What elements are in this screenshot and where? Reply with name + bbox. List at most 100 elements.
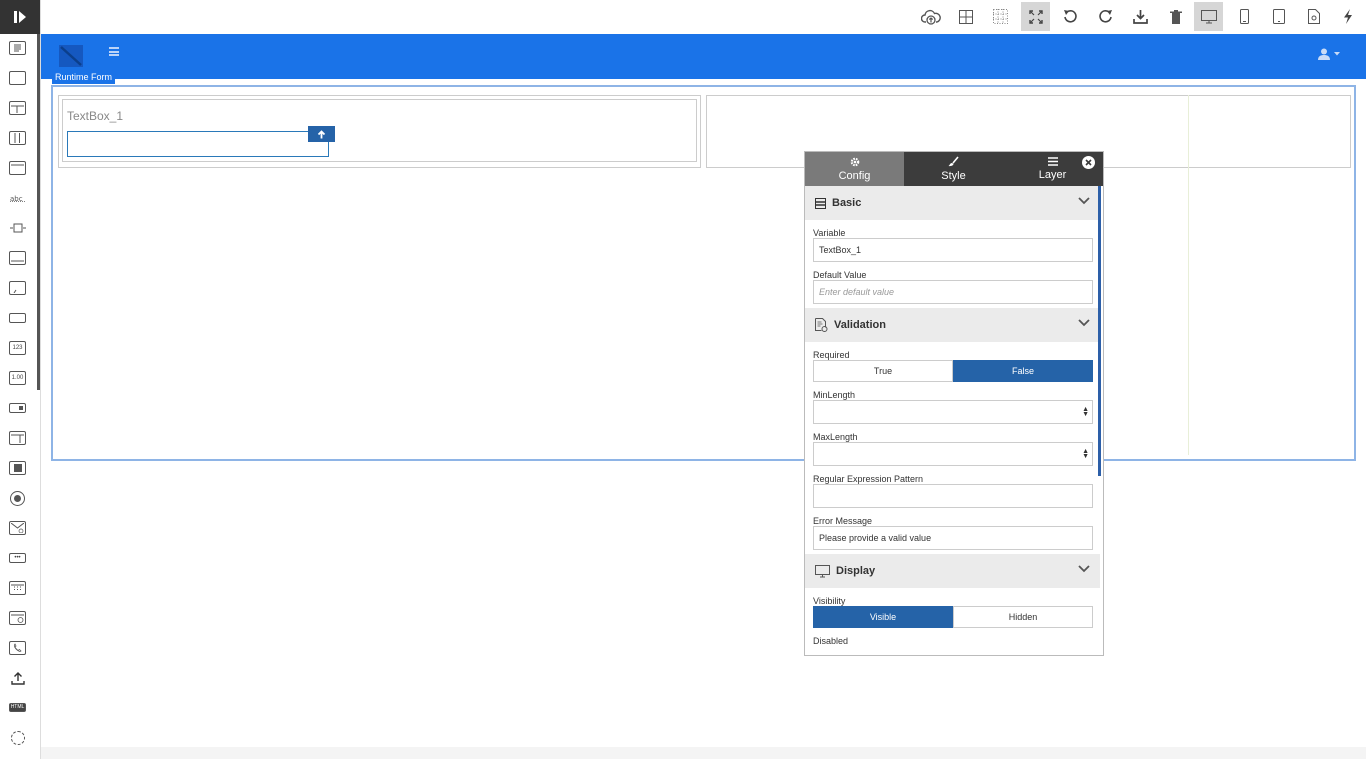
runtime-form-label: Runtime Form	[52, 70, 116, 84]
toolbox-scrollbar[interactable]	[37, 34, 40, 390]
form-column-left[interactable]: TextBox_1	[58, 95, 701, 168]
tab-style[interactable]: Style	[904, 152, 1003, 186]
password-tool[interactable]: •••	[9, 553, 26, 563]
regex-input[interactable]	[813, 484, 1093, 508]
variable-input[interactable]: TextBox_1	[813, 238, 1093, 262]
upload-tool[interactable]	[9, 671, 26, 685]
textbox-label: TextBox_1	[67, 109, 124, 123]
dotted-grid-icon	[993, 9, 1008, 24]
tab-style-label: Style	[941, 170, 966, 182]
date-tool[interactable]	[9, 581, 26, 595]
required-true-button[interactable]: True	[813, 360, 953, 382]
desktop-icon	[1200, 9, 1217, 23]
decimal-tool[interactable]: 1.00	[9, 371, 26, 385]
section-basic-header[interactable]: Basic	[805, 186, 1100, 220]
default-value-input[interactable]: Enter default value	[813, 280, 1093, 304]
section-display-title: Display	[836, 565, 876, 577]
checkbox-tool[interactable]	[9, 461, 26, 475]
number-tool[interactable]: 123	[9, 341, 26, 355]
spinner-tool[interactable]	[11, 731, 25, 745]
dropdown-tool[interactable]	[9, 403, 26, 413]
validation-document-icon	[815, 318, 828, 332]
textbox-tool[interactable]	[9, 313, 26, 323]
menu-toggle-button[interactable]	[109, 47, 119, 56]
maxlength-label: MaxLength	[813, 432, 858, 442]
error-message-input[interactable]: Please provide a valid value	[813, 526, 1093, 550]
two-column-tool[interactable]	[9, 101, 26, 115]
panel-icon	[11, 164, 24, 166]
phone-tool[interactable]	[9, 641, 26, 655]
fullscreen-button[interactable]	[1021, 2, 1050, 31]
tablet-view-button[interactable]	[1264, 2, 1293, 31]
datetime-tool[interactable]	[9, 611, 26, 625]
delete-button[interactable]	[1161, 2, 1190, 31]
close-panel-button[interactable]	[1082, 156, 1095, 169]
hidden-button[interactable]: Hidden	[953, 606, 1093, 628]
collapse-toolbox-button[interactable]	[0, 0, 40, 34]
box-tool[interactable]	[9, 71, 26, 85]
visible-button[interactable]: Visible	[813, 606, 953, 628]
app-header	[41, 34, 1366, 79]
required-label: Required	[813, 350, 850, 360]
phone-icon	[13, 643, 22, 652]
stepper-arrows-icon[interactable]: ▲ ▼	[1082, 448, 1089, 460]
desktop-view-button[interactable]	[1194, 2, 1223, 31]
panel-tabs: Config Style Layer	[805, 152, 1103, 186]
tab-config-label: Config	[838, 169, 871, 182]
brush-icon	[948, 156, 959, 167]
minlength-input[interactable]: ▲ ▼	[813, 400, 1093, 424]
undo-button[interactable]	[1056, 2, 1085, 31]
text-tool[interactable]	[9, 41, 26, 55]
select-parent-button[interactable]	[308, 126, 335, 142]
monitor-icon	[815, 564, 830, 577]
phone-view-button[interactable]	[1230, 2, 1259, 31]
panel-scrollbar[interactable]	[1098, 186, 1101, 476]
variable-label: Variable	[813, 228, 846, 238]
tab-panel-tool[interactable]	[9, 431, 26, 445]
redo-button[interactable]	[1091, 2, 1120, 31]
chevron-down-icon	[1078, 197, 1090, 205]
section-validation-header[interactable]: Validation	[805, 308, 1100, 342]
required-false-button[interactable]: False	[953, 360, 1093, 382]
email-tool[interactable]	[9, 521, 26, 535]
three-column-tool[interactable]	[9, 131, 26, 145]
chevron-down-icon	[1078, 565, 1090, 573]
caret-down-icon	[1334, 52, 1340, 56]
panel-tool[interactable]	[9, 161, 26, 175]
undo-icon	[1064, 9, 1077, 23]
label-tool[interactable]: abc	[9, 191, 26, 205]
stepper-arrows-icon[interactable]: ▲ ▼	[1082, 406, 1089, 418]
textbox-container[interactable]: TextBox_1	[62, 99, 697, 162]
lightning-button[interactable]	[1333, 2, 1362, 31]
properties-panel: Config Style Layer Basic Variable TextBo…	[804, 151, 1104, 656]
grid-icon	[958, 9, 973, 24]
component-toolbox: abc 123 1.00 ••• HTML	[0, 0, 41, 759]
comment-tool[interactable]	[9, 281, 26, 295]
section-display-header[interactable]: Display	[805, 554, 1100, 588]
grid-button[interactable]	[951, 2, 980, 31]
chevron-down-icon	[1078, 319, 1090, 327]
visibility-label: Visibility	[813, 596, 846, 606]
redo-icon	[1099, 9, 1112, 23]
fullscreen-icon	[1028, 9, 1043, 24]
textbox-input[interactable]	[67, 131, 329, 157]
visibility-toggle: Visible Hidden	[813, 606, 1093, 628]
app-logo	[59, 45, 83, 67]
regex-label: Regular Expression Pattern	[813, 474, 924, 484]
html-tool[interactable]: HTML	[9, 703, 26, 712]
tablet-icon	[1272, 9, 1285, 24]
tab-config[interactable]: Config	[805, 152, 904, 186]
required-toggle: True False	[813, 360, 1093, 382]
user-icon	[1318, 48, 1330, 60]
slider-tool[interactable]	[9, 221, 26, 235]
disabled-label: Disabled	[813, 636, 849, 646]
download-button[interactable]	[1126, 2, 1155, 31]
user-menu[interactable]	[1318, 48, 1340, 60]
runtime-form-canvas[interactable]: TextBox_1	[51, 85, 1356, 461]
radio-tool[interactable]	[10, 491, 25, 506]
form-settings-button[interactable]	[1299, 2, 1328, 31]
card-tool[interactable]	[9, 251, 26, 265]
dotted-grid-button[interactable]	[986, 2, 1015, 31]
cloud-upload-button[interactable]	[916, 2, 945, 31]
maxlength-input[interactable]: ▲ ▼	[813, 442, 1093, 466]
